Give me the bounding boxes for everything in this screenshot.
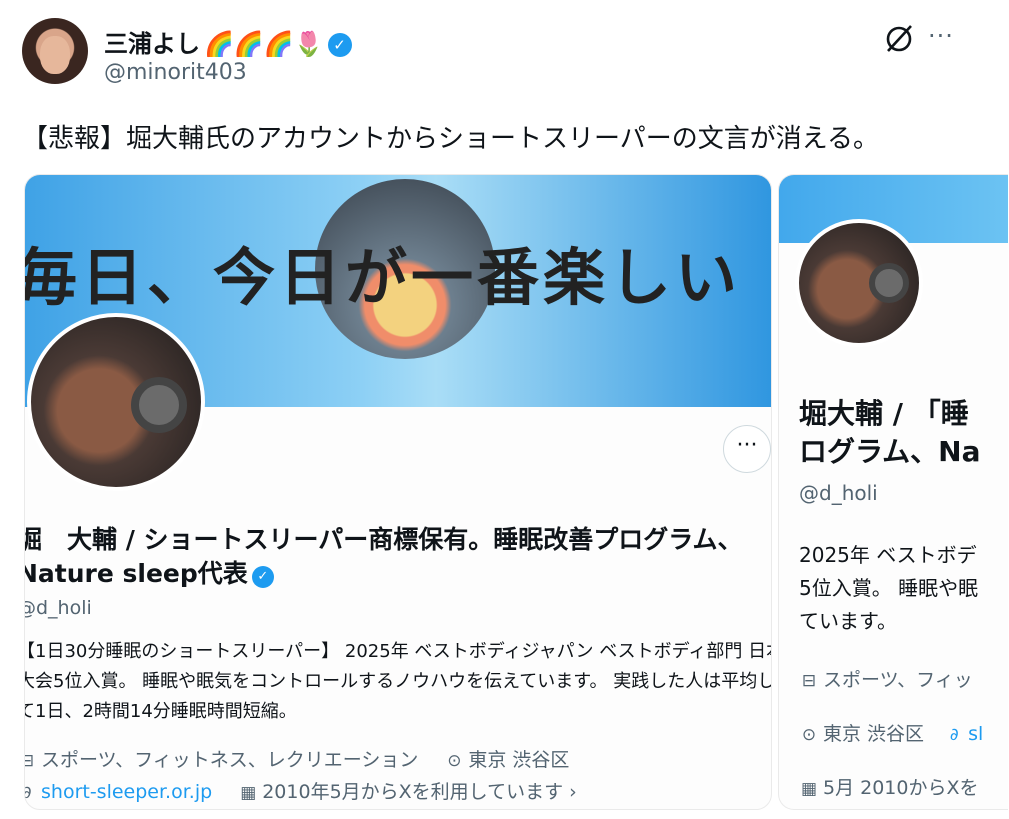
profile-joined: ▦ 2010年5月からXを利用しています › [238, 777, 577, 804]
link-icon: ∂ [25, 783, 37, 803]
profile-name-text: 堀 大輔 / ショートスリーパー商標保有。睡眠改善プログラム、Nature sl… [24, 525, 743, 588]
author-display-name[interactable]: 三浦よし 🌈🌈🌈🌷 ✓ [104, 24, 352, 59]
profile-handle: @d_holi [24, 597, 92, 619]
profile-handle: @d_holi [799, 481, 878, 505]
briefcase-icon: ⊟ [25, 751, 37, 771]
briefcase-icon: ⊟ [801, 671, 817, 691]
profile-location: ⊙ 東京 渋谷区 [444, 745, 569, 772]
bio-line: ています。 [799, 609, 897, 633]
grok-icon[interactable] [882, 22, 916, 56]
verified-badge-icon: ✓ [251, 566, 274, 588]
author-avatar[interactable] [22, 18, 88, 84]
name-emojis: 🌈🌈🌈🌷 [204, 30, 324, 58]
banner-text: 毎日、今日が一番楽しい [25, 241, 742, 314]
profile-more-button: ··· [723, 425, 771, 473]
profile-bio: 2025年 ベストボデ 5位入賞。 睡眠や眠 ています。 [799, 539, 1008, 638]
profile-meta-row: ∂short-sleeper.or.jp ▦2010年5月からXを利用しています… [25, 777, 597, 804]
profile-location: ⊙ 東京 渋谷区 ∂ sl [799, 719, 983, 746]
category-text: スポーツ、フィッ [823, 669, 973, 691]
post-text: 【悲報】堀大輔氏のアカウントからショートスリーパーの文言が消える。 [22, 124, 879, 154]
website-link: short-sleeper.or.jp [41, 781, 213, 803]
dumbbell-graphic [869, 263, 909, 303]
chevron-right-icon: › [569, 781, 577, 803]
profile-name: 堀 大輔 / ショートスリーパー商標保有。睡眠改善プログラム、Nature sl… [24, 523, 771, 591]
location-text: 東京 渋谷区 [468, 749, 570, 771]
profile-website: ∂short-sleeper.or.jp [25, 781, 213, 803]
more-options-icon[interactable]: ··· [928, 22, 954, 50]
profile-screenshot-card-2[interactable]: 堀大輔 / 「睡 ログラム、Na @d_holi 2025年 ベストボデ 5位入… [778, 174, 1008, 810]
bio-line: 2025年 ベストボデ [799, 543, 977, 567]
calendar-icon: ▦ [240, 783, 257, 803]
profile-avatar [27, 313, 205, 491]
profile-joined: ▦ 5月 2010からXを [799, 773, 979, 800]
location-pin-icon: ⊙ [801, 725, 817, 745]
bio-line: 5位入賞。 睡眠や眠 [799, 576, 979, 600]
joined-text: 5月 2010からXを [823, 777, 979, 799]
profile-avatar [795, 219, 923, 347]
post-header: 三浦よし 🌈🌈🌈🌷 ✓ @minorit403 ··· [22, 18, 972, 88]
author-handle[interactable]: @minorit403 [104, 60, 247, 85]
category-text: スポーツ、フィットネス、レクリエーション [41, 749, 419, 771]
location-text: 東京 渋谷区 [823, 723, 925, 745]
link-icon: ∂ [949, 725, 959, 745]
dumbbell-graphic [131, 377, 187, 433]
profile-name: 堀大輔 / 「睡 ログラム、Na [799, 395, 1008, 471]
profile-category: ⊟スポーツ、フィットネス、レクリエーション [25, 745, 419, 772]
profile-bio: 【1日30分睡眠のショートスリーパー】 2025年 ベストボディジャパン ベスト… [24, 641, 772, 722]
verified-badge-icon: ✓ [327, 33, 352, 57]
profile-meta-row: ⊟スポーツ、フィットネス、レクリエーション ⊙ 東京 渋谷区 [25, 745, 589, 772]
profile-name-line: 堀大輔 / 「睡 [799, 397, 969, 430]
author-name-text: 三浦よし [104, 30, 200, 58]
location-pin-icon: ⊙ [447, 751, 462, 771]
profile-category: ⊟ スポーツ、フィッ [799, 665, 973, 692]
profile-screenshot-card[interactable]: 毎日、今日が一番楽しい ··· 堀 大輔 / ショートスリーパー商標保有。睡眠改… [24, 174, 772, 810]
profile-name-line: ログラム、Na [799, 435, 981, 468]
joined-text: 2010年5月からXを利用しています [262, 781, 564, 803]
website-link: sl [968, 723, 984, 745]
calendar-icon: ▦ [800, 779, 818, 799]
